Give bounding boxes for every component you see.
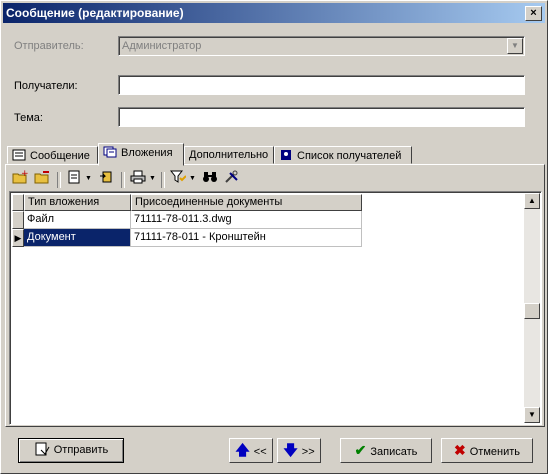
current-row-arrow-icon: ▶: [12, 229, 24, 247]
cancel-button[interactable]: ✖ Отменить: [441, 438, 533, 463]
column-header-documents[interactable]: Присоединенные документы: [131, 194, 362, 211]
tab-label: Список получателей: [297, 150, 402, 162]
toolbar-separator: [121, 172, 125, 188]
chevron-down-icon[interactable]: ▼: [149, 170, 156, 188]
cancel-x-icon: ✖: [454, 442, 466, 458]
cell-document[interactable]: 71111-78-011 - Кронштейн: [131, 229, 362, 247]
title-bar: Сообщение (редактирование) ×: [3, 3, 545, 23]
binoculars-icon[interactable]: [201, 170, 219, 188]
vertical-scrollbar[interactable]: ▲ ▼: [524, 193, 540, 423]
sender-label: Отправитель:: [14, 40, 84, 52]
recipients-label: Получатели:: [14, 80, 78, 92]
subject-field[interactable]: [118, 107, 525, 127]
chevron-down-icon[interactable]: ▼: [189, 170, 196, 188]
toolbar-separator: [57, 172, 61, 188]
row-indicator-header: [12, 194, 24, 211]
recipients-field[interactable]: [118, 75, 525, 95]
close-button[interactable]: ×: [525, 6, 542, 21]
save-label: Записать: [370, 446, 418, 458]
remove-folder-icon[interactable]: [33, 170, 51, 188]
printer-icon[interactable]: [129, 170, 147, 188]
next-label: >>: [301, 446, 315, 458]
row-indicator: [12, 211, 24, 229]
sender-value: Администратор: [122, 40, 202, 52]
scroll-down-icon[interactable]: ▼: [524, 407, 540, 423]
cancel-label: Отменить: [469, 446, 520, 458]
address-book-icon: [279, 149, 293, 161]
document-icon: [12, 149, 26, 161]
tab-attachments[interactable]: Вложения: [98, 143, 184, 166]
tools-icon[interactable]: [223, 170, 241, 188]
sender-select: Администратор ▼: [118, 36, 525, 56]
chevron-down-icon: ▼: [507, 38, 523, 54]
previous-button[interactable]: 🡅 <<: [229, 438, 273, 463]
add-folder-icon[interactable]: +: [11, 169, 29, 188]
send-document-icon: [34, 439, 50, 462]
arrow-down-icon: 🡇: [283, 442, 298, 458]
filter-icon[interactable]: [169, 170, 187, 188]
tab-additional[interactable]: Дополнительно: [184, 146, 274, 164]
chevron-down-icon[interactable]: ▼: [85, 170, 92, 188]
cell-document[interactable]: 71111-78-011.3.dwg: [131, 211, 362, 229]
next-button[interactable]: 🡇 >>: [277, 438, 321, 463]
dialog-window: Сообщение (редактирование) × Отправитель…: [0, 0, 548, 474]
export-icon[interactable]: [97, 170, 115, 188]
send-label: Отправить: [53, 444, 109, 456]
attachments-table: Тип вложения Присоединенные документы Фа…: [9, 191, 542, 425]
attachments-icon: [103, 146, 117, 158]
scroll-up-icon[interactable]: ▲: [524, 193, 540, 209]
subject-label: Тема:: [14, 112, 43, 124]
tab-recipient-list[interactable]: Список получателей: [274, 146, 412, 164]
send-button[interactable]: Отправить: [18, 438, 124, 463]
svg-text:+: +: [21, 170, 28, 179]
previous-label: <<: [253, 446, 267, 458]
toolbar-separator: [161, 172, 165, 188]
save-button[interactable]: ✔ Записать: [340, 438, 432, 463]
cell-type[interactable]: Документ: [24, 229, 131, 247]
window-title: Сообщение (редактирование): [6, 6, 184, 20]
cell-type[interactable]: Файл: [24, 211, 131, 229]
scroll-thumb[interactable]: [524, 303, 540, 319]
tab-label: Дополнительно: [189, 149, 269, 161]
tab-message[interactable]: Сообщение: [7, 146, 98, 164]
column-header-type[interactable]: Тип вложения: [24, 194, 131, 211]
arrow-up-icon: 🡅: [235, 442, 250, 458]
checkmark-icon: ✔: [354, 442, 367, 458]
tab-label: Сообщение: [30, 150, 90, 162]
tab-label: Вложения: [121, 147, 173, 159]
document-icon[interactable]: [65, 170, 83, 188]
